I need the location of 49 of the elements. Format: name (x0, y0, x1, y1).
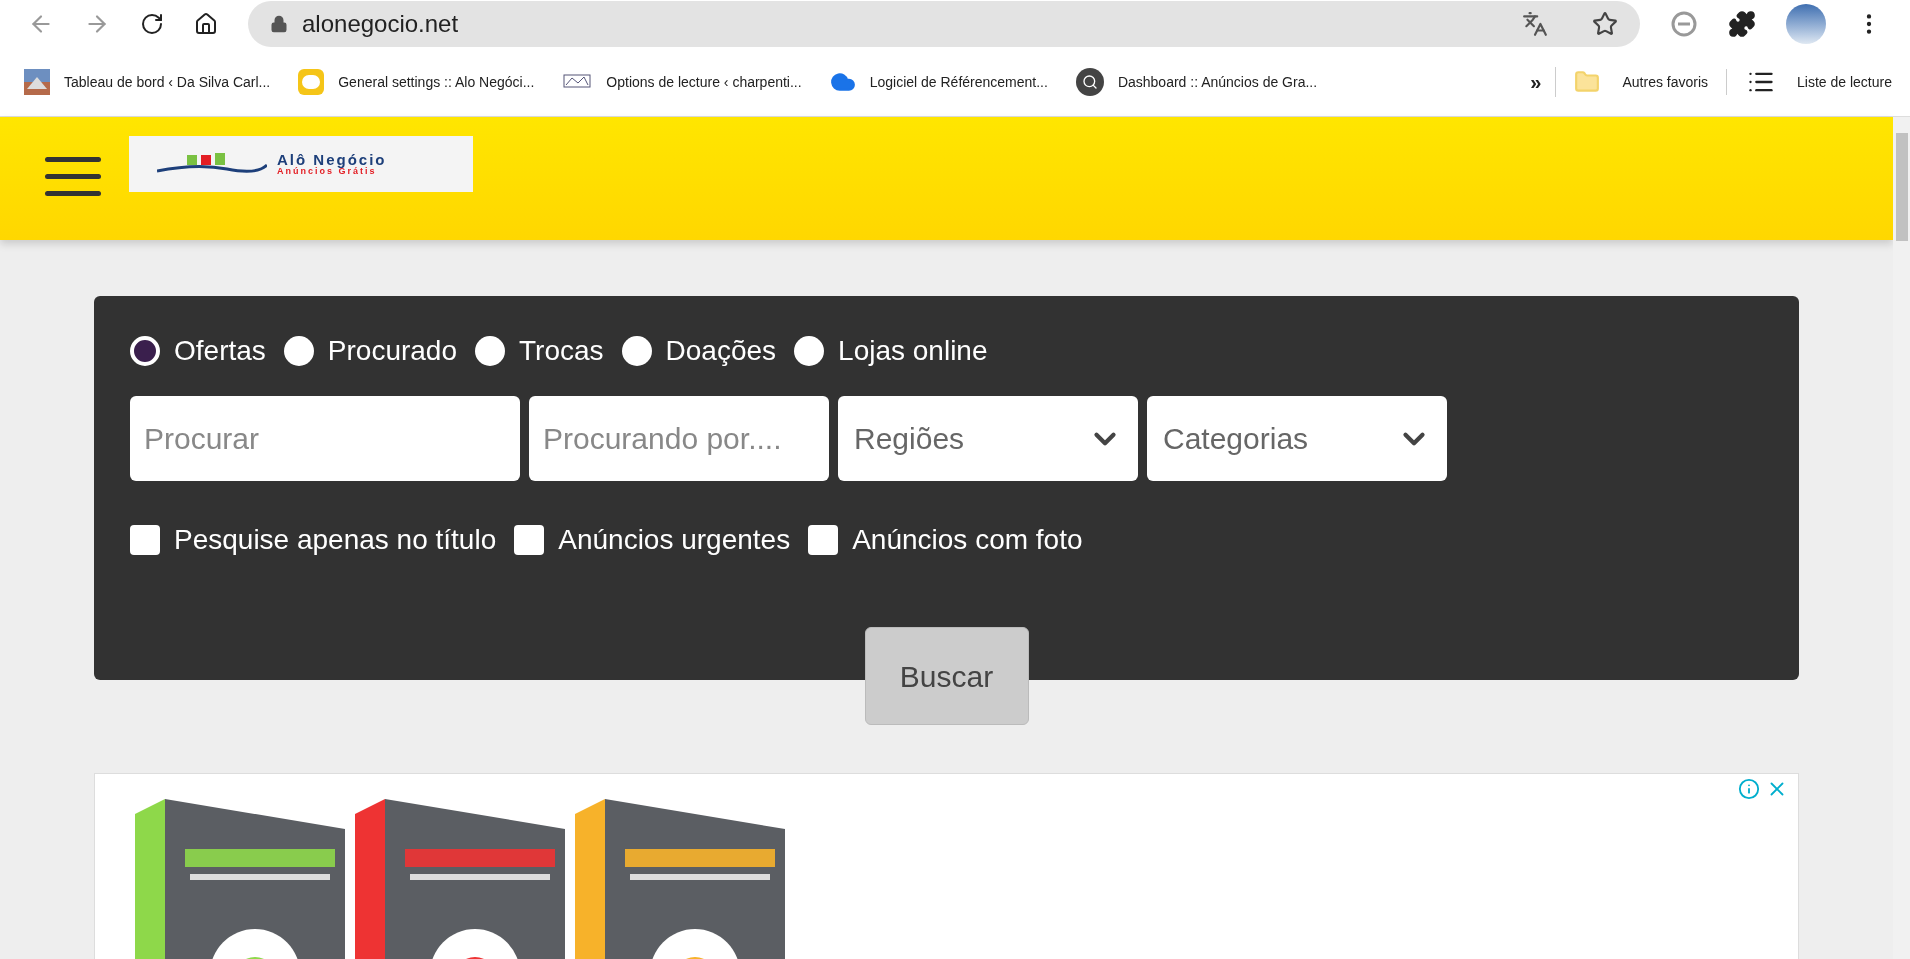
home-icon[interactable] (194, 12, 218, 36)
reload-icon[interactable] (140, 12, 164, 36)
radio-button[interactable] (283, 336, 314, 366)
dropdown[interactable]: Regiões (838, 396, 1138, 481)
url-text: alonegocio.net (302, 9, 460, 39)
avatar[interactable] (1786, 4, 1826, 44)
radio-button[interactable] (475, 336, 505, 366)
reading-list[interactable]: Liste de lecture (1727, 68, 1892, 96)
translate-icon[interactable] (1522, 11, 1548, 37)
checkbox-label: Anúncios urgentes (558, 523, 791, 557)
radio-label: Procurado (327, 334, 457, 368)
radio-label: Trocas (519, 334, 604, 368)
address-bar[interactable]: alonegocio.net (248, 1, 1640, 47)
search-field[interactable]: Procurar (130, 396, 520, 481)
extension-icon[interactable] (1670, 10, 1698, 38)
bookmark[interactable]: Logiciel de Référencement... (829, 69, 1048, 95)
more-bookmarks[interactable]: » (1516, 67, 1557, 97)
radio-label: Doações (665, 334, 777, 368)
site-logo[interactable]: Alô Negócio Anúncios Grátis (129, 136, 473, 192)
radio-button[interactable] (794, 336, 825, 366)
search-icon (1075, 68, 1104, 96)
bookmark[interactable]: Tableau de bord ‹ Da Silva Carl... (24, 69, 271, 95)
checkbox-label: Anúncios com foto (852, 523, 1083, 557)
bookmark[interactable]: Dashboard :: Anúncios de Gra... (1075, 68, 1318, 96)
checkbox[interactable] (808, 525, 839, 555)
bookmark[interactable]: General settings :: Alo Negóci... (298, 69, 535, 95)
logo-title: Alô Negócio (277, 152, 387, 167)
radio-label: Ofertas (174, 334, 266, 368)
menu-icon[interactable] (45, 157, 101, 196)
bookmark[interactable]: Options de lecture ‹ charpenti... (562, 71, 802, 93)
star-icon[interactable] (1592, 11, 1618, 37)
puzzle-icon[interactable] (1728, 10, 1756, 38)
bookmark-folder[interactable]: Autres favoris (1556, 69, 1728, 95)
radio-label: Lojas online (838, 334, 988, 368)
radio-button[interactable] (621, 336, 652, 366)
checkbox[interactable] (130, 525, 160, 555)
checkbox-label: Pesquise apenas no título (174, 523, 497, 557)
alo-icon (298, 69, 325, 95)
radio-button[interactable] (130, 336, 160, 366)
search-field[interactable]: Procurando por.... (529, 396, 829, 481)
info-icon[interactable] (1738, 778, 1760, 800)
checkbox[interactable] (514, 525, 545, 555)
chart-logo-icon (157, 153, 267, 175)
logo-subtitle: Anúncios Grátis (277, 167, 377, 176)
folder-icon (1574, 69, 1601, 95)
lock-icon (270, 15, 288, 33)
photo-icon (24, 69, 50, 95)
dropdown[interactable]: Categorias (1147, 396, 1447, 481)
search-button[interactable]: Buscar (864, 627, 1029, 725)
